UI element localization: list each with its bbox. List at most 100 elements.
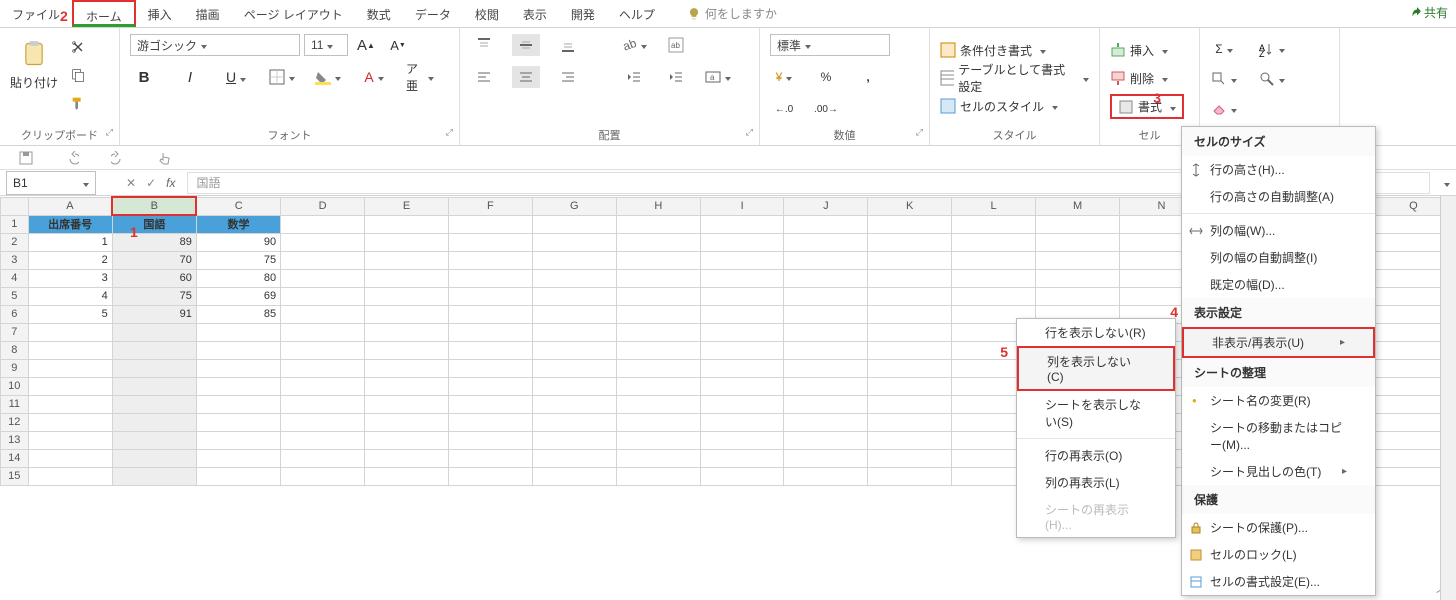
cell-F7[interactable] <box>448 323 532 341</box>
cell-M2[interactable] <box>1036 233 1120 251</box>
cell-H11[interactable] <box>616 395 700 413</box>
menu-format-cells-dialog[interactable]: セルの書式設定(E)... <box>1182 568 1375 595</box>
cell-C4[interactable]: 80 <box>196 269 280 287</box>
format-painter-icon[interactable] <box>64 92 92 114</box>
name-box[interactable]: B1 <box>6 171 96 195</box>
cell-B2[interactable]: 89 <box>112 233 196 251</box>
cell-B3[interactable]: 70 <box>112 251 196 269</box>
font-name-select[interactable]: 游ゴシック <box>130 34 300 56</box>
cell-G14[interactable] <box>532 449 616 467</box>
cell-A8[interactable] <box>28 341 112 359</box>
tab-insert[interactable]: 挿入 <box>136 0 184 27</box>
cell-J12[interactable] <box>784 413 868 431</box>
cell-B15[interactable] <box>112 467 196 485</box>
cell-H3[interactable] <box>616 251 700 269</box>
submenu-hide-rows[interactable]: 行を表示しない(R) <box>1017 319 1175 346</box>
cell-A14[interactable] <box>28 449 112 467</box>
cell-C3[interactable]: 75 <box>196 251 280 269</box>
confirm-icon[interactable]: ✓ <box>146 176 156 190</box>
cell-H13[interactable] <box>616 431 700 449</box>
submenu-unhide-cols[interactable]: 列の再表示(L) <box>1017 469 1175 496</box>
cell-I10[interactable] <box>700 377 784 395</box>
cell-L1[interactable] <box>952 215 1036 233</box>
cell-B4[interactable]: 60 <box>112 269 196 287</box>
cell-F2[interactable] <box>448 233 532 251</box>
column-header-H[interactable]: H <box>616 197 700 215</box>
cell-A7[interactable] <box>28 323 112 341</box>
cell-I5[interactable] <box>700 287 784 305</box>
menu-lock-cell[interactable]: セルのロック(L) <box>1182 541 1375 568</box>
tab-developer[interactable]: 開発 <box>559 0 607 27</box>
cell-I6[interactable] <box>700 305 784 323</box>
cell-G9[interactable] <box>532 359 616 377</box>
format-cells-button[interactable]: 書式 <box>1110 94 1184 119</box>
cell-L3[interactable] <box>952 251 1036 269</box>
cell-F9[interactable] <box>448 359 532 377</box>
menu-autofit-row[interactable]: 行の高さの自動調整(A) <box>1182 183 1375 210</box>
cell-styles-button[interactable]: セルのスタイル <box>940 94 1058 118</box>
cell-J2[interactable] <box>784 233 868 251</box>
cell-B14[interactable] <box>112 449 196 467</box>
cell-I8[interactable] <box>700 341 784 359</box>
number-launcher-icon[interactable]: ⤢ <box>916 127 923 138</box>
cell-E8[interactable] <box>365 341 449 359</box>
cell-J14[interactable] <box>784 449 868 467</box>
menu-col-width[interactable]: 列の幅(W)... <box>1182 217 1375 244</box>
cell-D11[interactable] <box>281 395 365 413</box>
column-header-K[interactable]: K <box>868 197 952 215</box>
cell-I1[interactable] <box>700 215 784 233</box>
menu-protect-sheet[interactable]: シートの保護(P)... <box>1182 514 1375 541</box>
font-color-button[interactable]: A <box>360 66 388 88</box>
cell-F6[interactable] <box>448 305 532 323</box>
cancel-icon[interactable]: ✕ <box>126 176 136 190</box>
cell-H15[interactable] <box>616 467 700 485</box>
cell-C9[interactable] <box>196 359 280 377</box>
cell-D5[interactable] <box>281 287 365 305</box>
cell-K7[interactable] <box>868 323 952 341</box>
row-header-15[interactable]: 15 <box>1 467 29 485</box>
row-header-4[interactable]: 4 <box>1 269 29 287</box>
column-header-I[interactable]: I <box>700 197 784 215</box>
tell-me[interactable]: 何をしますか <box>687 0 777 27</box>
fill-icon[interactable] <box>1210 68 1238 90</box>
cell-D13[interactable] <box>281 431 365 449</box>
tab-view[interactable]: 表示 <box>511 0 559 27</box>
fill-color-button[interactable] <box>314 66 342 88</box>
cell-G13[interactable] <box>532 431 616 449</box>
cell-E15[interactable] <box>365 467 449 485</box>
format-as-table-button[interactable]: テーブルとして書式設定 <box>940 66 1089 90</box>
cell-B7[interactable] <box>112 323 196 341</box>
cell-K5[interactable] <box>868 287 952 305</box>
column-header-E[interactable]: E <box>365 197 449 215</box>
row-header-11[interactable]: 11 <box>1 395 29 413</box>
row-header-2[interactable]: 2 <box>1 233 29 251</box>
cell-L4[interactable] <box>952 269 1036 287</box>
align-middle-icon[interactable] <box>512 34 540 56</box>
column-header-L[interactable]: L <box>952 197 1036 215</box>
align-left-icon[interactable] <box>470 66 498 88</box>
redo-icon[interactable] <box>104 147 132 169</box>
comma-icon[interactable]: , <box>854 66 882 88</box>
cell-A10[interactable] <box>28 377 112 395</box>
cell-A3[interactable]: 2 <box>28 251 112 269</box>
cell-E11[interactable] <box>365 395 449 413</box>
cell-F3[interactable] <box>448 251 532 269</box>
currency-icon[interactable]: ¥ <box>770 66 798 88</box>
row-header-8[interactable]: 8 <box>1 341 29 359</box>
cell-K8[interactable] <box>868 341 952 359</box>
cell-E4[interactable] <box>365 269 449 287</box>
cell-G10[interactable] <box>532 377 616 395</box>
cell-C13[interactable] <box>196 431 280 449</box>
cell-C1[interactable]: 数学 <box>196 215 280 233</box>
cell-I13[interactable] <box>700 431 784 449</box>
cell-E3[interactable] <box>365 251 449 269</box>
row-header-7[interactable]: 7 <box>1 323 29 341</box>
cell-J15[interactable] <box>784 467 868 485</box>
undo-icon[interactable] <box>58 147 86 169</box>
cell-J7[interactable] <box>784 323 868 341</box>
cell-K9[interactable] <box>868 359 952 377</box>
cell-B1[interactable]: 国語 <box>112 215 196 233</box>
cell-D7[interactable] <box>281 323 365 341</box>
cell-F11[interactable] <box>448 395 532 413</box>
cell-J9[interactable] <box>784 359 868 377</box>
